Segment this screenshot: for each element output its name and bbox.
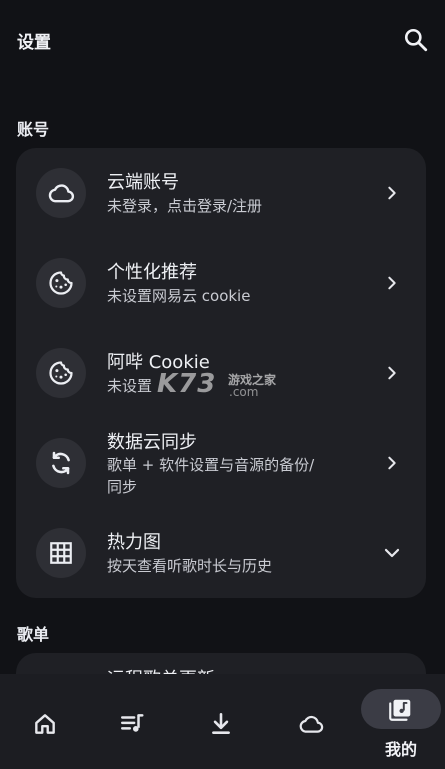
account-item-personal-recommend[interactable]: 个性化推荐 未设置网易云 cookie (16, 238, 426, 328)
nav-my-label[interactable]: 我的 (361, 736, 441, 760)
nav-home[interactable] (0, 674, 89, 769)
cloud-icon (297, 710, 325, 738)
home-icon (31, 710, 59, 738)
search-button[interactable] (398, 22, 434, 58)
item-title: 云端账号 (107, 172, 179, 193)
download-icon (207, 710, 235, 738)
chevron-right-icon (380, 451, 404, 475)
chevron-right-icon (380, 271, 404, 295)
item-subtitle-line2: 同步 (107, 478, 138, 496)
item-subtitle: 未设置 (107, 377, 153, 395)
section-title-playlist: 歌单 (17, 625, 50, 644)
search-icon (404, 28, 428, 52)
item-title: 热力图 (107, 532, 161, 553)
chevron-down-icon[interactable] (380, 541, 404, 565)
icon-circle (36, 258, 86, 308)
nav-playlist[interactable] (87, 674, 176, 769)
account-card: 云端账号 未登录，点击登录/注册 个性化推荐 未设置网易云 cookie 阿哔 … (16, 148, 426, 598)
icon-circle (36, 168, 86, 218)
settings-screen: 设置 账号 云端账号 未登录，点击登录/注册 个性化推荐 未设置网易云 cook… (0, 0, 445, 769)
chevron-right-icon (380, 361, 404, 385)
account-item-bili-cookie[interactable]: 阿哔 Cookie 未设置 (16, 328, 426, 418)
cookie-icon (49, 271, 73, 295)
grid-icon (50, 542, 72, 564)
sync-icon (52, 451, 70, 475)
icon-circle (36, 438, 86, 488)
icon-circle (36, 528, 86, 578)
section-title-account: 账号 (17, 120, 50, 139)
page-title: 设置 (17, 33, 51, 53)
cloud-icon (48, 184, 75, 203)
account-item-cloud-account[interactable]: 云端账号 未登录，点击登录/注册 (16, 148, 426, 238)
item-title: 个性化推荐 (107, 262, 197, 283)
item-subtitle: 按天查看听歌时长与历史 (107, 557, 273, 575)
item-title: 数据云同步 (107, 432, 197, 453)
chevron-right-icon (380, 181, 404, 205)
item-title: 阿哔 Cookie (107, 352, 210, 373)
account-item-data-sync[interactable]: 数据云同步 歌单 + 软件设置与音源的备份/ 同步 (16, 418, 426, 508)
icon-circle (36, 348, 86, 398)
cookie-icon (49, 361, 73, 385)
item-subtitle: 未登录，点击登录/注册 (107, 197, 263, 215)
item-subtitle-line1: 歌单 + 软件设置与音源的备份/ (107, 456, 315, 474)
top-app-bar: 设置 (0, 0, 445, 78)
playlist-icon (118, 710, 146, 738)
my-music-icon (386, 696, 414, 724)
nav-cloud[interactable] (266, 674, 355, 769)
nav-download[interactable] (176, 674, 265, 769)
bottom-navigation: 我的 (0, 674, 445, 769)
account-item-heatmap[interactable]: 热力图 按天查看听歌时长与历史 (16, 508, 426, 598)
item-subtitle: 未设置网易云 cookie (107, 287, 251, 305)
